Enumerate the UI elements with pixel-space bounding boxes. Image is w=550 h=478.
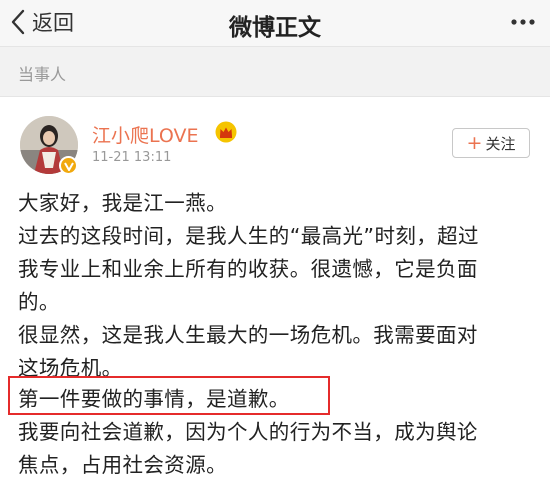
username[interactable]: 江小爬LOVE bbox=[92, 121, 199, 148]
post-text-line: 我要向社会道歉，因为个人的行为不当，成为舆论 bbox=[18, 420, 478, 444]
page-title: 微博正文 bbox=[229, 15, 321, 41]
plus-icon: + bbox=[466, 131, 483, 154]
more-icon[interactable] bbox=[510, 14, 536, 30]
section-label: 当事人 bbox=[18, 65, 67, 84]
post-text-line: 很显然，这是我人生最大的一场危机。我需要面对 bbox=[18, 323, 478, 347]
follow-button[interactable]: + 关注 bbox=[452, 128, 530, 158]
verified-icon bbox=[59, 156, 78, 175]
post-timestamp: 11-21 13:11 bbox=[92, 150, 172, 165]
highlighted-text-line: 第一件要做的事情，是道歉。 bbox=[18, 387, 290, 411]
post-text-line: 焦点，占用社会资源。 bbox=[18, 453, 227, 477]
navigation-bar: 返回 微博正文 bbox=[0, 0, 550, 46]
post-text-line: 大家好，我是江一燕。 bbox=[18, 191, 227, 215]
crown-icon bbox=[215, 121, 237, 143]
post-text-line: 过去的这段时间，是我人生的“最高光”时刻，超过 bbox=[18, 224, 479, 248]
post-text-line: 我专业上和业余上所有的收获。很遗憾，它是负面 bbox=[18, 257, 478, 281]
follow-label: 关注 bbox=[485, 134, 516, 153]
post-card: 江小爬LOVE 11-21 13:11 + 关注 大家好，我是江一燕。 过去的这… bbox=[0, 97, 550, 477]
section-header: 当事人 bbox=[0, 46, 550, 97]
post-text-line: 的。 bbox=[18, 290, 60, 314]
